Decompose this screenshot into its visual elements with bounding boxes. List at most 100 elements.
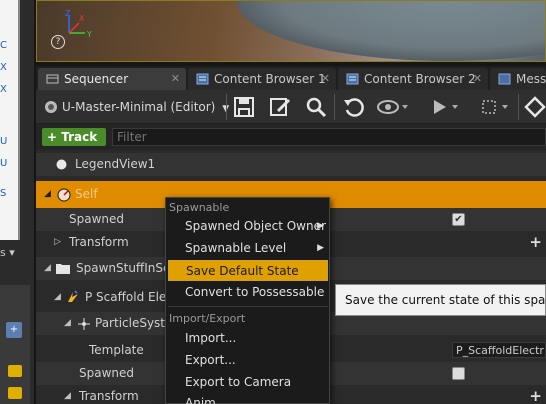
- content-browser-icon: [196, 73, 209, 85]
- filter-row: + Track ▾: [36, 124, 546, 162]
- left-list-panel: C X X U U S: [0, 0, 20, 240]
- actor-icon: [57, 188, 71, 202]
- add-track-button[interactable]: + Track ▾: [42, 128, 106, 162]
- close-icon[interactable]: ✕: [321, 68, 330, 90]
- expand-caret-icon[interactable]: ◢: [64, 312, 71, 335]
- menu-item-export-camera-anim[interactable]: Export to Camera Anim...: [168, 372, 328, 404]
- add-key-button[interactable]: +: [529, 231, 542, 254]
- tab-sequencer[interactable]: Sequencer ✕: [38, 68, 186, 90]
- tree-row-label: Transform: [79, 389, 139, 403]
- tab-label: Mess: [516, 72, 546, 86]
- tab-label: Content Browser 2: [364, 72, 476, 86]
- undo-icon[interactable]: [342, 95, 366, 119]
- visibility-icon[interactable]: [376, 95, 410, 119]
- left-list-char: X: [0, 62, 7, 73]
- menu-item-import[interactable]: Import...: [168, 328, 328, 349]
- sequence-world-icon: [45, 101, 57, 113]
- menu-section-header: Spawnable: [169, 201, 230, 214]
- menu-item-label: Export to Camera Anim...: [185, 375, 292, 404]
- left-panel: C X X U U S s ▾ +: [0, 0, 34, 404]
- close-icon[interactable]: ✕: [171, 68, 180, 90]
- filter-input[interactable]: [112, 128, 546, 146]
- tab-bar: Sequencer ✕ Content Browser 1 ✕ Content …: [36, 66, 546, 90]
- sequencer-icon: [46, 74, 59, 84]
- menu-item-label: Spawnable Level: [185, 241, 287, 255]
- toolbar-divider: [334, 94, 335, 120]
- tab-label: Content Browser 1: [214, 72, 326, 86]
- menu-item-label: Export...: [185, 353, 236, 367]
- sphere-icon: [56, 159, 67, 170]
- folder-icon: [56, 264, 70, 274]
- level-viewport[interactable]: Z X Y ?: [36, 0, 546, 62]
- tab-label: Sequencer: [64, 72, 129, 86]
- toolbar-divider: [226, 94, 227, 120]
- expand-caret-icon[interactable]: ▷: [54, 231, 61, 254]
- tab-content-browser-2[interactable]: Content Browser 2 ✕: [338, 68, 488, 90]
- help-icon[interactable]: ?: [51, 35, 65, 49]
- axis-gizmo-icon: Z X Y: [65, 9, 92, 39]
- menu-divider: [168, 306, 328, 307]
- left-yellow-button[interactable]: [8, 365, 22, 377]
- submenu-arrow-icon: ▶: [317, 221, 324, 231]
- message-log-icon: [498, 73, 511, 85]
- template-dropdown[interactable]: P_ScaffoldElectr: [452, 342, 546, 358]
- toolbar-divider: [518, 94, 519, 120]
- component-icon: [78, 318, 90, 330]
- left-list-char: X: [0, 84, 7, 95]
- axis-z-label: Z: [65, 9, 71, 18]
- menu-item-spawnable-level[interactable]: Spawnable Level ▶: [168, 238, 328, 259]
- axis-x-label: X: [79, 14, 85, 23]
- tree-row-label: Template: [89, 343, 144, 357]
- left-yellow-button[interactable]: [8, 387, 22, 399]
- sequence-selector[interactable]: U-Master-Minimal (Editor) ▼: [44, 98, 229, 116]
- axis-y-label: Y: [86, 30, 92, 39]
- menu-item-export[interactable]: Export...: [168, 350, 328, 371]
- menu-item-label: Convert to Possessable: [185, 285, 325, 299]
- spawned-checkbox[interactable]: [452, 367, 465, 380]
- sequencer-toolbar: U-Master-Minimal (Editor) ▼: [36, 90, 546, 124]
- menu-section-header: Import/Export: [169, 312, 246, 325]
- menu-item-label: Save Default State: [186, 264, 299, 278]
- tooltip-text: Save the current state of this spawnab: [345, 293, 546, 307]
- content-browser-icon: [346, 73, 359, 85]
- expand-caret-icon[interactable]: ◢: [64, 385, 71, 404]
- menu-item-save-default-state[interactable]: Save Default State: [168, 260, 328, 281]
- save-icon[interactable]: [232, 95, 256, 119]
- left-list-char: U: [0, 158, 8, 169]
- expand-caret-icon[interactable]: ◢: [44, 257, 51, 280]
- close-icon[interactable]: ✕: [473, 68, 482, 90]
- tree-row-label: Self: [75, 187, 98, 201]
- menu-item-convert-possessable[interactable]: Convert to Possessable: [168, 282, 328, 303]
- context-menu: Spawnable Spawned Object Owner ▶ Spawnab…: [165, 197, 330, 404]
- tree-row-legendview[interactable]: LegendView1: [36, 153, 546, 176]
- tab-content-browser-1[interactable]: Content Browser 1 ✕: [188, 68, 336, 90]
- menu-item-label: Import...: [185, 331, 237, 345]
- left-tool-panel: [0, 285, 30, 404]
- tooltip: Save the current state of this spawnab: [335, 284, 546, 316]
- key-icon[interactable]: [524, 95, 546, 119]
- left-dropdown[interactable]: s ▾: [0, 246, 15, 259]
- menu-item-label: Spawned Object Owner: [185, 219, 326, 233]
- tree-row-label: Spawned: [69, 212, 125, 226]
- sequence-name: U-Master-Minimal (Editor): [62, 100, 216, 114]
- left-list-char: S: [0, 188, 7, 199]
- tab-message-log[interactable]: Mess: [490, 68, 546, 90]
- tree-row-label: P Scaffold Elec: [85, 290, 173, 304]
- particle-actor-icon: [68, 290, 78, 302]
- add-actor-icon[interactable]: +: [6, 322, 22, 338]
- expand-caret-icon[interactable]: ◢: [44, 181, 51, 208]
- left-list-char: U: [0, 136, 8, 147]
- tree-row-label: SpawnStuffInSeq: [76, 261, 178, 275]
- expand-caret-icon[interactable]: ◢: [54, 284, 61, 310]
- selection-icon[interactable]: [480, 95, 514, 119]
- save-as-icon[interactable]: [268, 95, 292, 119]
- tree-row-label: Spawned: [79, 366, 135, 380]
- left-list-char: C: [0, 40, 7, 51]
- menu-item-spawned-object-owner[interactable]: Spawned Object Owner ▶: [168, 216, 328, 237]
- find-icon[interactable]: [304, 95, 328, 119]
- spawned-checkbox[interactable]: ✔: [452, 213, 465, 226]
- add-key-button[interactable]: +: [529, 385, 542, 404]
- tree-row-label: Transform: [69, 235, 129, 249]
- tree-row-label: LegendView1: [75, 157, 156, 171]
- play-icon[interactable]: [430, 95, 462, 119]
